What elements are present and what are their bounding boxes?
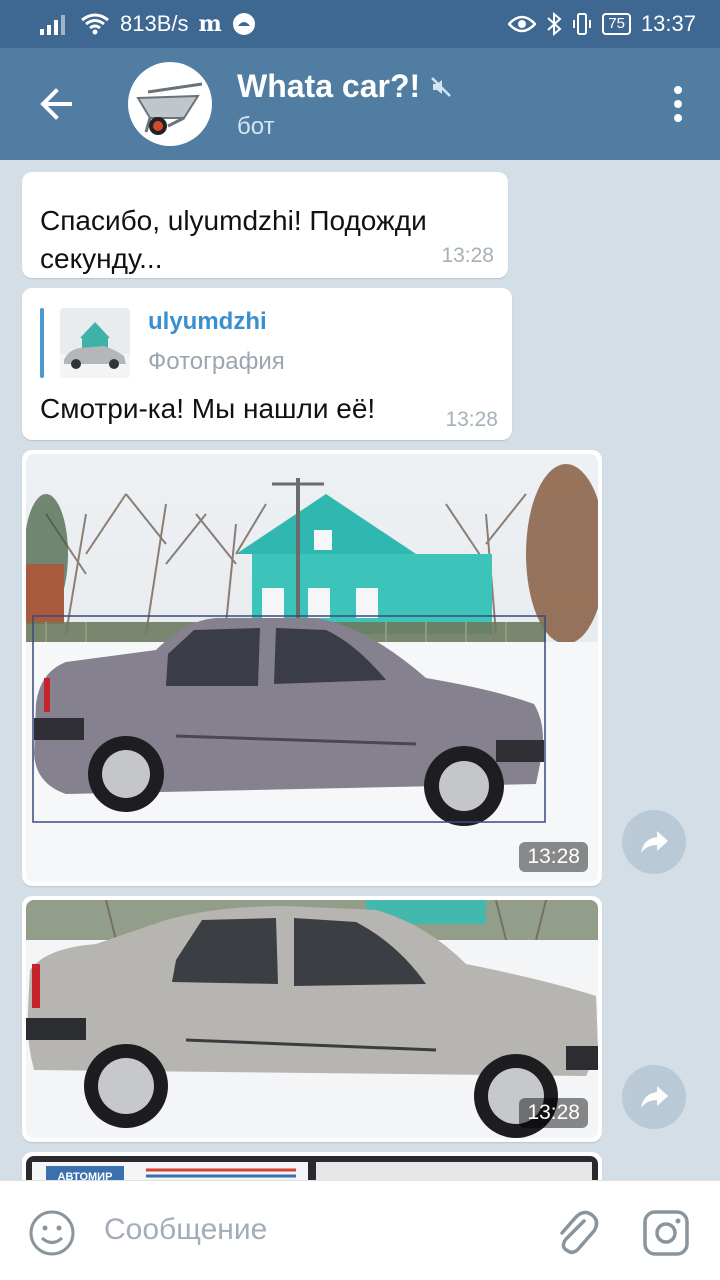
eye-icon <box>508 15 537 33</box>
reply-preview[interactable]: ulyumdzhi Фотография <box>40 308 440 378</box>
bot-avatar[interactable] <box>128 62 212 146</box>
chat-title-text: Whata car?! <box>237 68 421 104</box>
reply-type: Фотография <box>148 348 285 375</box>
more-options-icon[interactable] <box>672 84 684 124</box>
wifi-icon <box>81 13 109 35</box>
message-list[interactable]: Спасибо, ulyumdzhi! Подожди секунду... 1… <box>0 160 720 1180</box>
message-input[interactable]: Сообщение <box>104 1213 267 1247</box>
photo-time: 13:28 <box>519 842 588 872</box>
battery-level: 75 <box>602 13 631 35</box>
emoji-icon[interactable] <box>28 1209 76 1257</box>
reply-thumbnail <box>60 308 130 378</box>
signal-icon <box>40 15 65 35</box>
message-time: 13:28 <box>445 408 498 431</box>
forward-icon <box>641 1086 668 1108</box>
app-notification-icon: m <box>198 11 222 37</box>
photo-message[interactable]: 13:28 <box>22 896 602 1142</box>
bluetooth-icon <box>547 12 562 36</box>
car-photo-partial: АВТОМИР <box>26 1156 598 1180</box>
photo-message[interactable]: 13:28 <box>22 450 602 886</box>
share-button[interactable] <box>622 1065 686 1129</box>
network-speed: 813B/s <box>120 11 189 36</box>
forward-icon <box>641 831 668 853</box>
message-text: Смотри-ка! Мы нашли её! <box>40 393 376 424</box>
muted-icon <box>431 76 452 97</box>
vibrate-icon <box>573 13 592 35</box>
sync-icon <box>232 13 255 35</box>
chat-title[interactable]: Whata car?! <box>237 68 452 105</box>
camera-icon[interactable] <box>642 1209 690 1257</box>
chat-header: Whata car?! бот <box>0 48 720 160</box>
watermark-text: АВТОМИР <box>58 1171 113 1180</box>
reply-bar <box>40 308 44 378</box>
chat-subtitle: бот <box>237 113 275 140</box>
photo-time: 13:28 <box>519 1098 588 1128</box>
attach-icon[interactable] <box>552 1207 600 1259</box>
car-photo-detection <box>26 454 598 882</box>
message-time: 13:28 <box>441 244 494 267</box>
back-arrow-icon[interactable] <box>30 78 82 130</box>
share-button[interactable] <box>622 810 686 874</box>
photo-message[interactable]: АВТОМИР <box>22 1152 602 1180</box>
message-text: Спасибо, ulyumdzhi! Подожди секунду... <box>40 205 427 274</box>
message-input-bar: Сообщение <box>0 1180 720 1280</box>
message-bubble[interactable]: ulyumdzhi Фотография Смотри-ка! Мы нашли… <box>22 288 512 440</box>
car-photo-reference <box>26 900 598 1138</box>
status-bar: 813B/s m 75 13:37 <box>0 0 720 48</box>
clock: 13:37 <box>640 11 696 36</box>
message-bubble[interactable]: Спасибо, ulyumdzhi! Подожди секунду... 1… <box>22 172 508 278</box>
reply-author: ulyumdzhi <box>148 308 267 335</box>
wheelbarrow-icon <box>136 82 203 135</box>
